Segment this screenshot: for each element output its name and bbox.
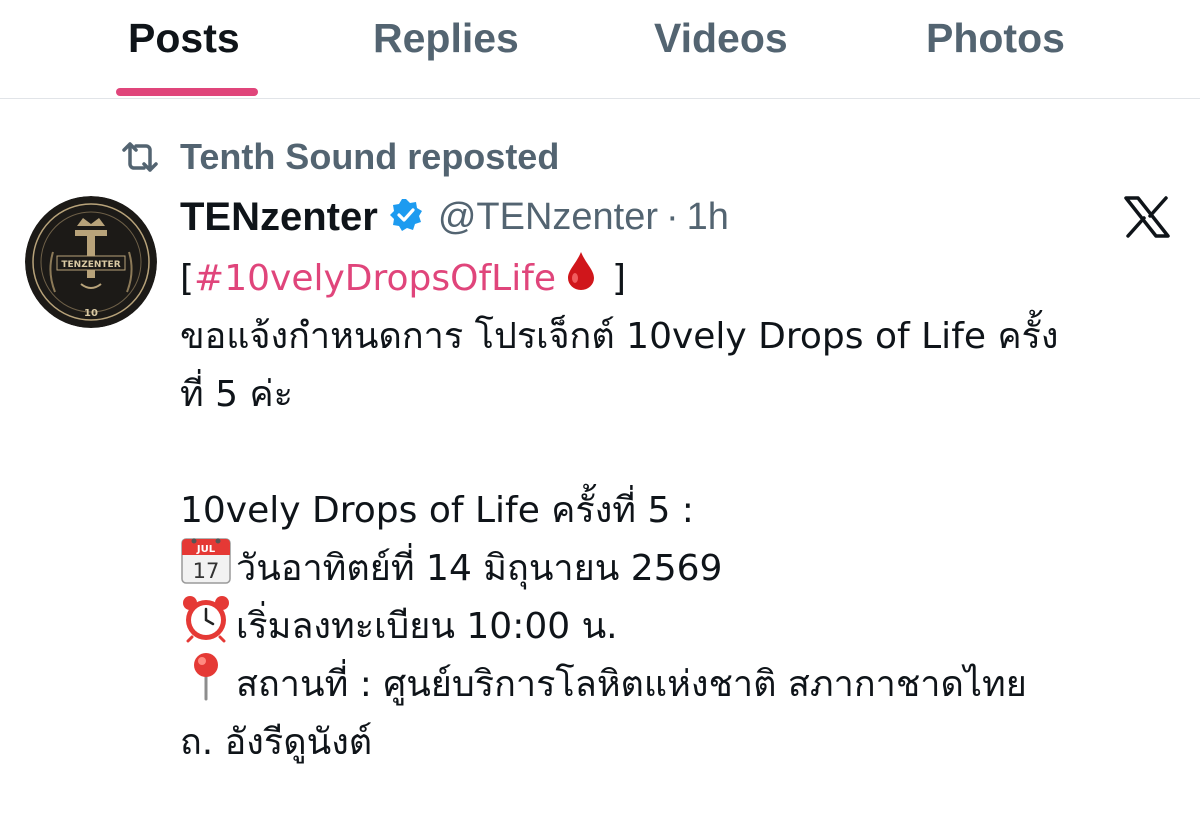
calendar-month: JUL bbox=[196, 544, 216, 555]
post-body: [ #10velyDropsOfLife ] ขอแจ้งกำหนดการ โป… bbox=[180, 250, 1180, 772]
verified-badge-icon bbox=[388, 197, 424, 237]
profile-tabs: Posts Replies Videos Photos bbox=[0, 0, 1200, 99]
post-text-line: ที่ 5 ค่ะ bbox=[180, 374, 293, 415]
hashtag-bracket-close: ] bbox=[612, 258, 627, 299]
location-text: สถานที่ : ศูนย์บริการโลหิตแห่งชาติ สภากา… bbox=[236, 664, 1027, 705]
display-name[interactable]: TENzenter bbox=[180, 195, 378, 240]
post-text-line: ขอแจ้งกำหนดการ โปรเจ็กต์ 10vely Drops of… bbox=[180, 316, 1059, 357]
pushpin-icon bbox=[180, 651, 232, 719]
time-line: เริ่มลงทะเบียน 10:00 น. bbox=[180, 596, 1180, 656]
tenzenter-logo-icon: TENZENTER 10 bbox=[25, 196, 157, 328]
repost-context: Tenth Sound reposted bbox=[118, 132, 559, 182]
drop-of-blood-icon bbox=[566, 250, 596, 308]
active-tab-indicator bbox=[116, 88, 258, 96]
handle[interactable]: @TENzenter bbox=[438, 196, 658, 239]
time-text: เริ่มลงทะเบียน 10:00 น. bbox=[236, 606, 618, 647]
x-logo-icon bbox=[1124, 196, 1170, 242]
repost-icon bbox=[118, 140, 162, 174]
avatar-logo-text: TENZENTER bbox=[61, 260, 120, 270]
tab-videos[interactable]: Videos bbox=[654, 10, 788, 70]
avatar[interactable]: TENZENTER 10 bbox=[25, 196, 157, 328]
location-line-2: ถ. อังรีดูนังต์ bbox=[180, 722, 373, 763]
repost-text[interactable]: Tenth Sound reposted bbox=[180, 136, 559, 178]
tab-posts[interactable]: Posts bbox=[128, 10, 240, 70]
post-header: TENzenter @TENzenter · 1h bbox=[180, 190, 729, 244]
tab-photos[interactable]: Photos bbox=[926, 10, 1065, 70]
calendar-day: 17 bbox=[193, 559, 220, 583]
location-line: สถานที่ : ศูนย์บริการโลหิตแห่งชาติ สภากา… bbox=[180, 653, 1180, 714]
tab-replies[interactable]: Replies bbox=[373, 10, 519, 70]
event-title: 10vely Drops of Life ครั้งที่ 5 : bbox=[180, 490, 694, 531]
hashtag-bracket-open: [ bbox=[180, 258, 195, 299]
date-line: JUL 17 วันอาทิตย์ที่ 14 มิถุนายน 2569 bbox=[180, 538, 1180, 598]
date-text: วันอาทิตย์ที่ 14 มิถุนายน 2569 bbox=[236, 548, 723, 589]
hashtag-link[interactable]: #10velyDropsOfLife bbox=[194, 250, 556, 308]
avatar-logo-number: 10 bbox=[84, 308, 98, 319]
post-time[interactable]: 1h bbox=[687, 196, 729, 239]
separator-dot: · bbox=[666, 195, 679, 238]
hashtag-line: [ #10velyDropsOfLife ] bbox=[180, 250, 1180, 308]
